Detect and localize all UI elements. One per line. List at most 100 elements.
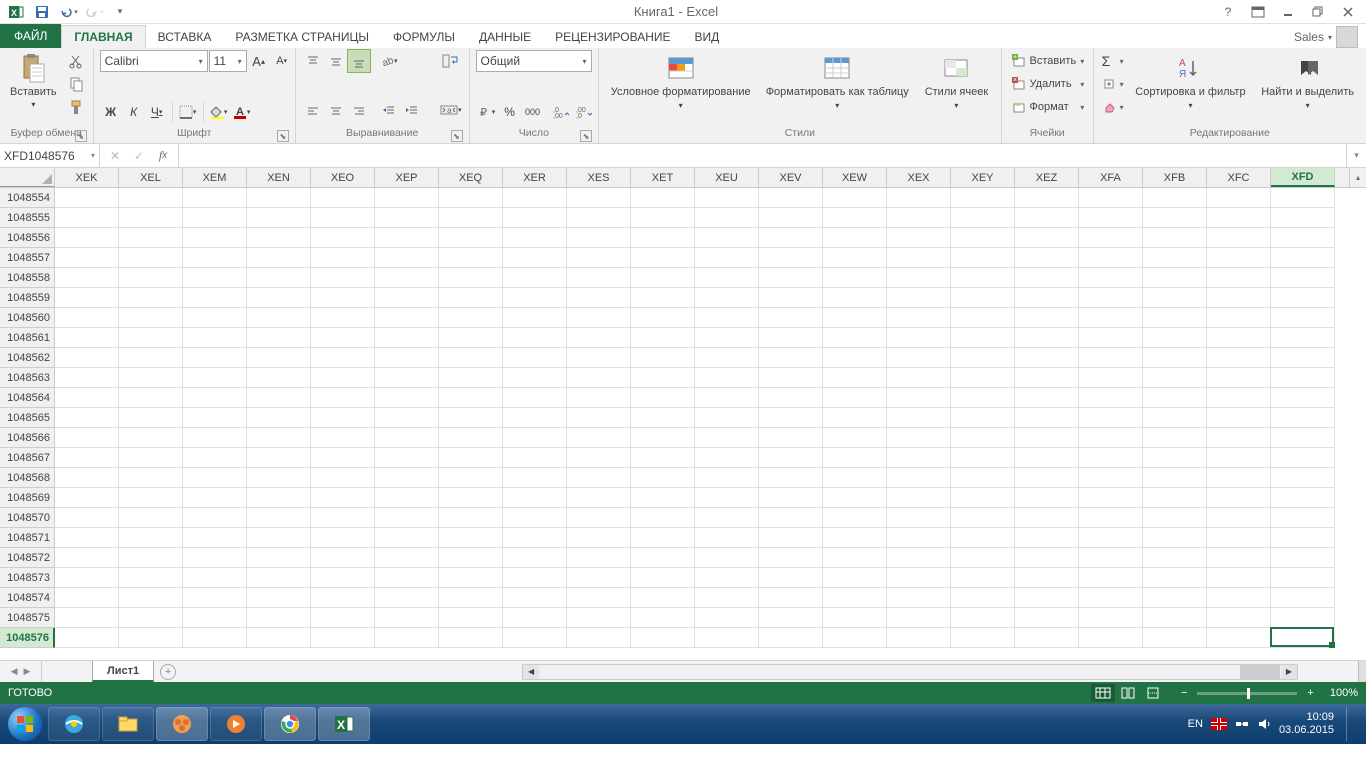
cell[interactable] (823, 308, 887, 328)
cell[interactable] (567, 268, 631, 288)
cell[interactable] (439, 268, 503, 288)
align-middle-icon[interactable] (325, 50, 347, 72)
cell[interactable] (439, 608, 503, 628)
cell[interactable] (695, 188, 759, 208)
cell[interactable] (631, 628, 695, 648)
zoom-in-icon[interactable]: + (1303, 687, 1317, 699)
cell[interactable] (631, 468, 695, 488)
cell[interactable] (119, 628, 183, 648)
cell[interactable] (1015, 628, 1079, 648)
tray-flag-icon[interactable] (1211, 718, 1227, 730)
cell[interactable] (887, 628, 951, 648)
cell[interactable] (55, 588, 119, 608)
cell[interactable] (695, 548, 759, 568)
cell[interactable] (1079, 228, 1143, 248)
cell[interactable] (247, 548, 311, 568)
cell[interactable] (695, 588, 759, 608)
cut-icon[interactable] (65, 50, 87, 72)
cell[interactable] (1207, 428, 1271, 448)
cell[interactable] (1271, 528, 1335, 548)
cell[interactable] (375, 208, 439, 228)
cell[interactable] (567, 308, 631, 328)
cell[interactable] (183, 268, 247, 288)
cell[interactable] (567, 488, 631, 508)
cell[interactable] (1207, 408, 1271, 428)
cell[interactable] (183, 508, 247, 528)
cell[interactable] (1143, 388, 1207, 408)
cell[interactable] (887, 388, 951, 408)
cell[interactable] (247, 628, 311, 648)
cell-styles-button[interactable]: Стили ячеек ▾ (918, 50, 994, 114)
zoom-out-icon[interactable]: − (1177, 687, 1191, 699)
row-header[interactable]: 1048562 (0, 348, 55, 368)
cell[interactable] (1079, 328, 1143, 348)
cell[interactable] (951, 568, 1015, 588)
cell[interactable] (631, 368, 695, 388)
cell[interactable] (1207, 548, 1271, 568)
excel-icon[interactable]: X (4, 1, 28, 23)
cell[interactable] (503, 628, 567, 648)
cell[interactable] (1015, 268, 1079, 288)
cell[interactable] (55, 288, 119, 308)
cell[interactable] (247, 328, 311, 348)
cell[interactable] (1015, 508, 1079, 528)
cell[interactable] (439, 368, 503, 388)
cell[interactable] (119, 248, 183, 268)
cell[interactable] (1079, 488, 1143, 508)
minimize-icon[interactable] (1276, 1, 1300, 23)
cell[interactable] (55, 388, 119, 408)
cell[interactable] (759, 528, 823, 548)
font-dialog-icon[interactable]: ⬊ (277, 130, 289, 142)
cell[interactable] (311, 528, 375, 548)
row-header[interactable]: 1048564 (0, 388, 55, 408)
row-header[interactable]: 1048565 (0, 408, 55, 428)
cell[interactable] (887, 408, 951, 428)
cell[interactable] (695, 508, 759, 528)
accounting-format-icon[interactable]: ₽▾ (476, 101, 498, 123)
cell[interactable] (1079, 568, 1143, 588)
conditional-format-button[interactable]: Условное форматирование ▾ (605, 50, 756, 114)
cell[interactable] (1079, 508, 1143, 528)
cell[interactable] (247, 228, 311, 248)
cell[interactable] (247, 528, 311, 548)
cell[interactable] (695, 308, 759, 328)
cell[interactable] (1079, 588, 1143, 608)
cell[interactable] (439, 348, 503, 368)
cell[interactable] (311, 328, 375, 348)
cell[interactable] (375, 388, 439, 408)
cell[interactable] (119, 328, 183, 348)
cell[interactable] (1271, 328, 1335, 348)
row-header[interactable]: 1048557 (0, 248, 55, 268)
cell[interactable] (1271, 428, 1335, 448)
decrease-font-icon[interactable]: A▾ (271, 50, 293, 72)
cell[interactable] (247, 288, 311, 308)
cell[interactable] (823, 288, 887, 308)
cell[interactable] (55, 208, 119, 228)
cell[interactable] (951, 228, 1015, 248)
cell[interactable] (823, 608, 887, 628)
column-header[interactable]: XEV (759, 168, 823, 187)
cell[interactable] (1015, 488, 1079, 508)
cell[interactable] (311, 368, 375, 388)
tray-network-icon[interactable] (1235, 717, 1249, 731)
cell[interactable] (567, 628, 631, 648)
clipboard-dialog-icon[interactable]: ⬊ (75, 130, 87, 142)
cell[interactable] (503, 608, 567, 628)
cell[interactable] (1143, 208, 1207, 228)
formula-input[interactable] (179, 144, 1346, 167)
cell[interactable] (823, 228, 887, 248)
cell[interactable] (503, 468, 567, 488)
cell[interactable] (183, 308, 247, 328)
cell[interactable] (887, 268, 951, 288)
column-header[interactable]: XEL (119, 168, 183, 187)
cell[interactable] (1015, 588, 1079, 608)
row-header[interactable]: 1048555 (0, 208, 55, 228)
cell[interactable] (1143, 428, 1207, 448)
cell[interactable] (951, 248, 1015, 268)
align-left-icon[interactable] (302, 100, 324, 122)
cell[interactable] (503, 248, 567, 268)
cell[interactable] (823, 248, 887, 268)
cell[interactable] (631, 288, 695, 308)
zoom-slider[interactable] (1197, 692, 1297, 695)
cell[interactable] (247, 388, 311, 408)
